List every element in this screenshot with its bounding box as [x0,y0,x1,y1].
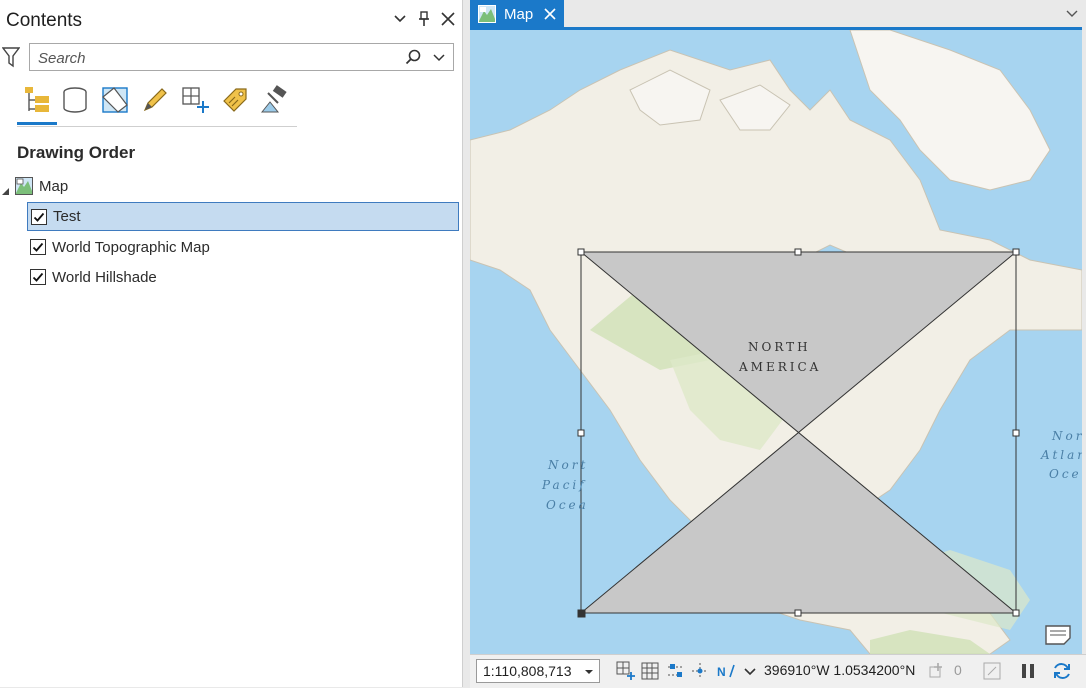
scale-selector[interactable]: 1:110,808,713 [476,659,600,683]
selection-handle[interactable] [1012,248,1020,256]
selection-handle[interactable] [1012,609,1020,617]
tab-map[interactable]: Map [470,0,564,28]
map-label-pacific-3: Ocea [546,498,589,512]
layer-row-test[interactable]: Test [27,202,459,231]
map-label-pacific-1: Nort [548,458,589,472]
search-icon[interactable] [405,49,421,65]
svg-text:N: N [717,665,726,679]
pane-controls [392,10,456,28]
clear-selection-icon[interactable] [982,661,1002,681]
map-node[interactable]: Map [15,172,68,200]
list-by-drawing-order-icon[interactable] [21,84,53,116]
layer-row-world-hillshade[interactable]: World Hillshade [30,263,157,291]
grid-icon[interactable] [640,661,660,681]
constraints-icon[interactable] [666,661,686,681]
list-by-editing-icon[interactable] [139,84,171,116]
map-tab-strip: Map [466,0,1086,28]
layer-label: World Hillshade [52,268,157,286]
active-tool-underline [17,122,57,125]
filter-icon[interactable] [1,46,21,68]
snapping-icon[interactable] [616,661,636,681]
layer-visibility-checkbox[interactable] [31,208,47,225]
coordinate-readout: 396910°W 1.0534200°N [764,662,916,678]
search-box[interactable] [29,43,454,71]
expand-arrow-icon[interactable] [2,183,10,195]
selected-features-count: 0 [954,662,962,678]
layer-label: Test [53,208,81,225]
map-label-america: AMERICA [739,360,822,374]
map-icon [15,177,33,195]
list-by-perspective-imagery-icon[interactable] [259,84,291,116]
map-label-north: NORTH [748,340,811,354]
map-status-bar: 1:110,808,713 N 396910°W 1.0534200°N 0 [470,654,1086,688]
chevron-down-icon[interactable] [392,10,408,28]
pause-drawing-icon[interactable] [1018,661,1038,681]
drawing-order-heading: Drawing Order [17,143,136,162]
chevron-down-icon[interactable] [1066,8,1078,20]
search-input[interactable] [36,46,400,70]
selection-handle[interactable] [794,609,802,617]
map-view[interactable]: NORTH AMERICA Nort Pacif Ocea Nor Atlan … [470,30,1082,654]
selection-handle[interactable] [1012,429,1020,437]
scale-value: 1:110,808,713 [483,663,572,679]
chevron-down-icon[interactable] [740,661,760,681]
selection-handle[interactable] [577,429,585,437]
contents-pane: Contents Search Drawing Order Map Test W… [0,0,463,687]
map-label-atlantic-2: Atlan [1041,448,1082,462]
list-by-data-source-icon[interactable] [59,84,91,116]
map-label-atlantic-1: Nor [1052,429,1082,443]
map-node-label: Map [39,177,69,195]
selection-handle[interactable] [794,248,802,256]
chevron-down-icon[interactable] [433,51,445,63]
selection-handle[interactable] [577,609,586,618]
pane-title: Contents [6,10,83,31]
map-label-pacific-2: Pacif [542,478,587,492]
close-icon[interactable] [543,7,557,21]
pin-icon[interactable] [416,10,432,28]
layer-visibility-checkbox[interactable] [30,239,46,255]
layer-visibility-checkbox[interactable] [30,269,46,285]
close-icon[interactable] [440,10,456,28]
correction-icon[interactable] [690,661,710,681]
tab-label: Map [504,5,534,23]
dropdown-arrow-icon[interactable] [585,668,593,676]
map-icon [478,5,496,23]
layer-row-world-topographic-map[interactable]: World Topographic Map [30,233,210,261]
legend-icon[interactable] [1044,622,1074,646]
list-by-labeling-icon[interactable] [219,84,251,116]
contents-toolbar [17,82,297,127]
selection-handle[interactable] [577,248,585,256]
north-arrow-icon[interactable]: N [716,661,736,681]
list-by-selection-icon[interactable] [99,84,131,116]
selected-features-icon[interactable] [928,661,948,681]
layer-label: World Topographic Map [52,238,210,256]
refresh-icon[interactable] [1052,661,1072,681]
map-label-atlantic-3: Oce [1049,467,1082,481]
list-by-snapping-icon[interactable] [179,84,211,116]
